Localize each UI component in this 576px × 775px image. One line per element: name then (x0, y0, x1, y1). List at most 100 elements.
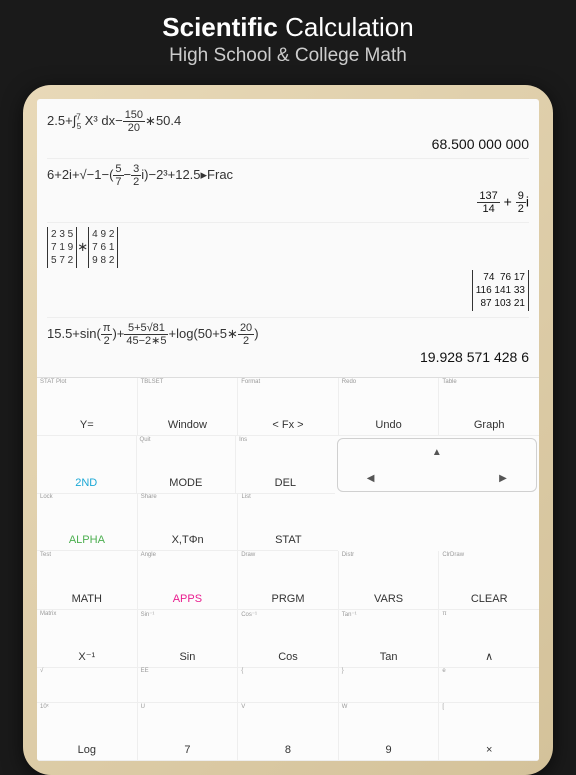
key-superscript: π (442, 611, 446, 617)
key-superscript: Sin⁻¹ (141, 611, 155, 618)
key-clear[interactable]: ClrDraw CLEAR (439, 551, 539, 609)
key-superscript: EE (141, 668, 149, 674)
history-panel: 2.5+∫75 X³ dx−15020∗50.4 68.500 000 000 … (37, 99, 539, 377)
key-stat[interactable]: List STAT (238, 493, 338, 551)
key-7[interactable]: U7 (138, 703, 239, 761)
key-label: × (486, 744, 492, 756)
key-vars[interactable]: Distr VARS (339, 551, 440, 609)
key-label: MODE (169, 477, 202, 489)
key-sym[interactable]: { (238, 668, 339, 703)
key-superscript: Distr (342, 552, 354, 558)
key-label: 2ND (75, 477, 97, 489)
key-undo[interactable]: Redo Undo (339, 378, 440, 436)
key-label: 7 (184, 744, 190, 756)
key-superscript: Redo (342, 379, 356, 385)
arrow-right-icon[interactable]: ▶ (470, 465, 536, 491)
key-label: 8 (285, 744, 291, 756)
key-superscript: Ins (239, 437, 247, 443)
expression: 2.5+∫75 X³ dx−15020∗50.4 (47, 109, 529, 134)
key-label: DEL (275, 477, 296, 489)
key-log[interactable]: 10ˣ Log (37, 703, 138, 761)
key-sym[interactable]: } (339, 668, 440, 703)
key-superscript: TBLSET (141, 379, 164, 385)
key-window[interactable]: TBLSET Window (138, 378, 239, 436)
key-superscript: ClrDraw (442, 552, 464, 558)
key-label: Y= (80, 419, 94, 431)
key-label: X⁻¹ (78, 650, 95, 663)
expression: 2 3 57 1 95 7 2∗4 9 27 6 19 8 2 (47, 227, 529, 268)
expression: 15.5+sin(π2)+5+5√8145−2∗5+log(50+5∗202) (47, 322, 529, 347)
result: 19.928 571 428 6 (47, 349, 529, 365)
key-superscript: 10ˣ (40, 704, 49, 710)
key-alpha[interactable]: Lock ALPHA (37, 493, 138, 551)
key-label: MATH (72, 593, 102, 605)
key-superscript: Lock (40, 494, 53, 500)
key-label: Cos (278, 651, 298, 663)
key-label: Graph (474, 419, 505, 431)
key-graph[interactable]: TableGraph (439, 378, 539, 436)
key-superscript: } (342, 668, 344, 674)
key-sym[interactable]: π∧ (439, 610, 539, 668)
key-sym[interactable]: e (439, 668, 539, 703)
key-sym[interactable]: EE (138, 668, 239, 703)
key-sin[interactable]: Sin⁻¹ Sin (138, 610, 239, 668)
key-label: X,TΦn (172, 534, 204, 546)
key-superscript: Quit (140, 437, 151, 443)
key-superscript: Share (141, 494, 157, 500)
key-label: Undo (375, 419, 401, 431)
tablet-frame: 2.5+∫75 X³ dx−15020∗50.4 68.500 000 000 … (23, 85, 553, 775)
key-label: APPS (173, 593, 202, 605)
arrow-left-icon[interactable]: ◀ (338, 465, 404, 491)
key-superscript: W (342, 704, 348, 710)
key-mode[interactable]: Quit MODE (137, 436, 237, 494)
key-superscript: V (241, 704, 245, 710)
key-tan[interactable]: Tan⁻¹Tan (339, 610, 440, 668)
key-label: ALPHA (69, 534, 105, 546)
key-label: STAT (275, 534, 301, 546)
key-label: < Fx > (272, 419, 303, 431)
history-row: 6+2i+√−1−(57−32i)−2³+12.5▸Frac 13714 + 9… (47, 159, 529, 222)
key-label: Window (168, 419, 207, 431)
key-apps[interactable]: AngleAPPS (138, 551, 239, 609)
key-8[interactable]: V8 (238, 703, 339, 761)
key-label: ∧ (485, 650, 493, 663)
key-superscript: STAT Plot (40, 379, 66, 385)
key-superscript: Format (241, 379, 260, 385)
key-superscript: Matrix (40, 611, 56, 617)
key-y[interactable]: STAT Plot Y= (37, 378, 138, 436)
key-xtn[interactable]: Share X,TΦn (138, 493, 239, 551)
calculator-screen: 2.5+∫75 X³ dx−15020∗50.4 68.500 000 000 … (37, 99, 539, 761)
key-superscript: Cos⁻¹ (241, 611, 257, 618)
key-fx[interactable]: Format < Fx > (238, 378, 339, 436)
hero-title: Scientific Calculation (0, 12, 576, 43)
arrow-up-icon[interactable]: ▲ (404, 439, 470, 465)
dpad[interactable]: ▲ ◀ ▶ (337, 438, 537, 492)
expression: 6+2i+√−1−(57−32i)−2³+12.5▸Frac (47, 163, 529, 188)
key-superscript: √ (40, 668, 43, 674)
key-sym[interactable]: [× (439, 703, 539, 761)
key-label: Log (78, 744, 96, 756)
key-cos[interactable]: Cos⁻¹ Cos (238, 610, 339, 668)
key-x[interactable]: √ (37, 668, 138, 703)
key-superscript: Tan⁻¹ (342, 611, 357, 618)
key-9[interactable]: W9 (339, 703, 440, 761)
key-label: 9 (386, 744, 392, 756)
key-superscript: List (241, 494, 250, 500)
history-row: 15.5+sin(π2)+5+5√8145−2∗5+log(50+5∗202) … (47, 318, 529, 371)
key-2nd[interactable]: 2ND (37, 436, 137, 494)
key-label: Sin (179, 651, 195, 663)
key-label: CLEAR (471, 593, 508, 605)
key-x[interactable]: Matrix X⁻¹ (37, 610, 138, 668)
result: 68.500 000 000 (47, 136, 529, 152)
key-math[interactable]: TestMATH (37, 551, 138, 609)
key-superscript: U (141, 704, 145, 710)
key-superscript: [ (442, 704, 444, 710)
key-superscript: e (442, 668, 445, 674)
key-label: PRGM (271, 593, 304, 605)
key-label: VARS (374, 593, 403, 605)
key-del[interactable]: Ins DEL (236, 436, 335, 494)
key-superscript: { (241, 668, 243, 674)
result: 74 76 17116 141 3387 103 21 (47, 270, 529, 311)
keypad: STAT Plot Y= TBLSET Window Format < Fx > Redo U… (37, 377, 539, 761)
key-prgm[interactable]: DrawPRGM (238, 551, 339, 609)
